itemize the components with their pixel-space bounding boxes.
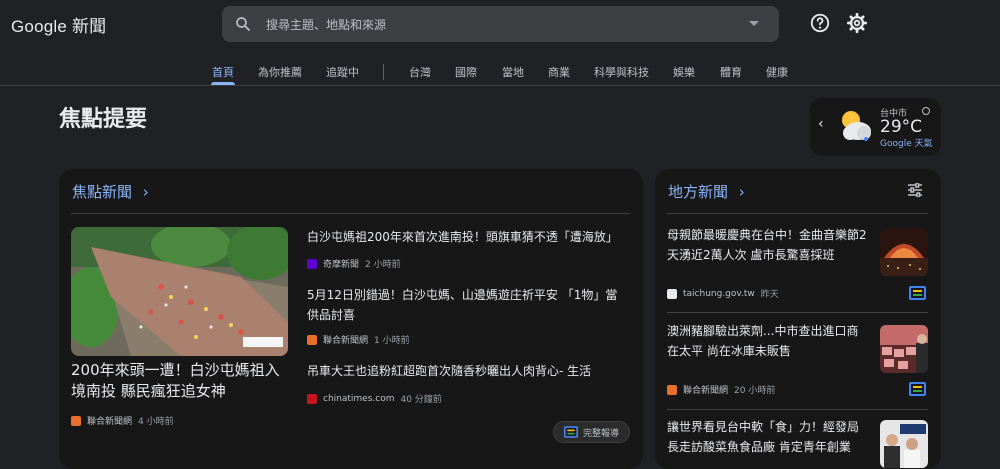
local-news-headline[interactable]: 讓世界看見台中軟「食」力！經發局長走訪酸菜魚食品廠 肯定青年創業 [667, 417, 867, 457]
udn-logo-icon [71, 415, 81, 426]
weather-temperature: 29°C [880, 117, 923, 137]
tab-separator [383, 64, 384, 80]
meat-inspection-photo [880, 325, 928, 373]
search-input[interactable]: 搜尋主題、地點和來源 [266, 16, 386, 33]
source-time: 2 小時前 [365, 260, 401, 270]
local-news-headline[interactable]: 母親節最暖慶典在台中！金曲音樂節2天湧近2萬人次 盧市長驚喜採班 [667, 225, 867, 265]
article-headline[interactable]: 5月12日別錯過！白沙屯媽、山邊媽遊庄祈平安 「1物」當供品討喜 [307, 285, 629, 325]
full-coverage-icon[interactable] [909, 382, 926, 396]
source-time: 40 分鐘前 [400, 395, 442, 405]
source-name[interactable]: 奇摩新聞 [323, 257, 359, 270]
tab-for-you[interactable]: 為你推薦 [258, 64, 302, 80]
source-time: 4 小時前 [138, 417, 174, 427]
udn-logo-icon [667, 384, 677, 395]
tune-filter-icon[interactable] [907, 183, 923, 197]
taichung-gov-logo-icon [667, 288, 677, 299]
local-news-thumbnail[interactable] [880, 325, 928, 373]
tab-following[interactable]: 追蹤中 [326, 64, 359, 80]
full-coverage-label[interactable]: 完整報導 [583, 426, 619, 439]
local-news-thumbnail[interactable] [880, 420, 928, 468]
source-name[interactable]: 聯合新聞網 [683, 383, 728, 396]
udn-logo-icon [307, 334, 317, 345]
chinatimes-logo-icon [307, 393, 317, 404]
tab-local[interactable]: 當地 [502, 64, 524, 80]
search-options-dropdown-icon[interactable] [749, 21, 759, 26]
full-coverage-icon[interactable] [909, 286, 926, 300]
source-name[interactable]: 聯合新聞網 [323, 333, 368, 346]
article-source: chinatimes.com 40 分鐘前 [307, 392, 442, 405]
search-bar[interactable]: 搜尋主題、地點和來源 [222, 6, 779, 42]
page-title: 焦點提要 [59, 107, 148, 132]
chevron-right-icon[interactable]: › [739, 183, 745, 201]
article-headline[interactable]: 白沙屯媽祖200年來首次進南投！頭旗車猜不透「遭海放」 [307, 227, 629, 247]
local-news-source: taichung.gov.tw 昨天 [667, 287, 779, 300]
yahoo-logo-icon [307, 258, 317, 269]
source-time: 昨天 [760, 290, 779, 300]
tab-world[interactable]: 國際 [455, 64, 477, 80]
top-stories-heading[interactable]: 焦點新聞 › [72, 181, 149, 202]
local-news-thumbnail[interactable] [880, 228, 928, 276]
item-divider [667, 409, 928, 410]
local-news-source: 聯合新聞網 20 小時前 [667, 383, 775, 396]
tab-home[interactable]: 首頁 [212, 64, 234, 80]
card-divider [667, 213, 928, 214]
top-stories-card: 焦點新聞 › 200年來頭一遭！白沙屯媽祖入境南投 縣民瘋狂追女神 聯合新聞網 … [59, 169, 643, 469]
partly-cloudy-icon [842, 111, 871, 141]
search-icon[interactable] [234, 15, 252, 33]
featured-story-headline[interactable]: 200年來頭一遭！白沙屯媽祖入境南投 縣民瘋狂追女神 [71, 360, 293, 402]
concert-stage-photo [880, 228, 928, 276]
active-tab-indicator [211, 82, 235, 85]
full-coverage-button[interactable]: 完整報導 [553, 421, 630, 443]
settings-gear-icon[interactable] [846, 12, 868, 34]
top-stories-title[interactable]: 焦點新聞 [72, 183, 132, 201]
section-tabs: 首頁 為你推薦 追蹤中 台灣 國際 當地 商業 科學與科技 娛樂 體育 健康 [0, 58, 1000, 86]
article-headline[interactable]: 吊車大王也追粉紅超跑首次隨香秒曬出人肉背心- 生活 [307, 361, 629, 381]
chevron-left-icon[interactable]: ‹ [818, 116, 824, 132]
local-news-heading[interactable]: 地方新聞 › [668, 181, 745, 202]
weather-widget[interactable]: ‹ 台中市 29°C Google 天氣 [810, 98, 941, 156]
local-news-headline[interactable]: 澳洲豬腳驗出萊劑...中市查出進口商在太平 尚在冰庫未販售 [667, 321, 867, 361]
full-coverage-icon [564, 426, 578, 438]
location-pin-icon [922, 107, 930, 115]
weather-source-link[interactable]: Google 天氣 [880, 136, 933, 149]
tab-entertainment[interactable]: 娛樂 [673, 64, 695, 80]
card-divider [71, 213, 630, 214]
help-icon[interactable] [809, 12, 831, 34]
tab-business[interactable]: 商業 [548, 64, 570, 80]
featured-story-image[interactable] [71, 227, 288, 356]
top-bar: Google 新聞 搜尋主題、地點和來源 [0, 0, 1000, 58]
source-name[interactable]: chinatimes.com [323, 394, 394, 404]
source-time: 20 小時前 [734, 386, 776, 396]
source-time: 1 小時前 [374, 336, 410, 346]
chevron-right-icon[interactable]: › [143, 183, 149, 201]
crowd-procession-photo [71, 227, 288, 356]
tab-health[interactable]: 健康 [766, 64, 788, 80]
local-news-title[interactable]: 地方新聞 [668, 183, 728, 201]
factory-visit-photo [880, 420, 928, 468]
tab-sports[interactable]: 體育 [720, 64, 742, 80]
tab-taiwan[interactable]: 台灣 [409, 64, 431, 80]
source-name[interactable]: 聯合新聞網 [87, 414, 132, 427]
local-news-card: 地方新聞 › 母親節最暖慶典在台中！金曲音樂節2天湧近2萬人次 盧市長驚喜採班 … [655, 169, 941, 469]
tab-science-tech[interactable]: 科學與科技 [594, 64, 649, 80]
item-divider [667, 312, 928, 313]
google-news-logo[interactable]: Google 新聞 [11, 12, 106, 37]
source-name[interactable]: taichung.gov.tw [683, 289, 755, 299]
featured-story-source: 聯合新聞網 4 小時前 [71, 414, 174, 427]
article-source: 聯合新聞網 1 小時前 [307, 333, 410, 346]
article-source: 奇摩新聞 2 小時前 [307, 257, 401, 270]
